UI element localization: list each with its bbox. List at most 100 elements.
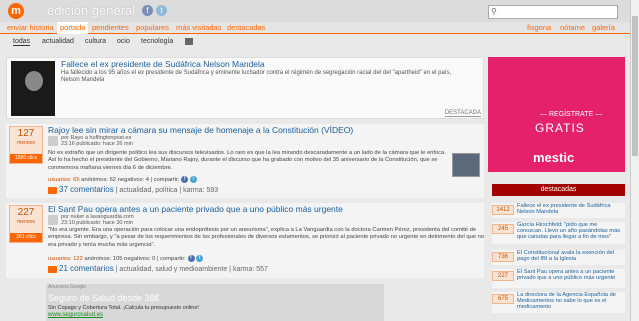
story-byline: por Rayo a huffingtonpost.es 23:16 public…: [61, 135, 133, 147]
site-logo-icon[interactable]: m: [8, 3, 24, 19]
nav-destacadas[interactable]: destacadas: [227, 23, 265, 32]
list-item[interactable]: 1412 Fallece el ex presidente de Sudáfric…: [492, 203, 625, 218]
nav-enviar-historia[interactable]: enviar historia: [7, 23, 54, 32]
twitter-icon[interactable]: t: [156, 5, 167, 16]
vote-count: 227: [17, 207, 35, 218]
story-desc: "No era urgente. Era una operación para …: [48, 227, 485, 248]
ad-url[interactable]: www.segurosalud.es: [48, 312, 103, 318]
share-label: compartir:: [160, 256, 186, 263]
banner-line2: GRATIS: [535, 121, 585, 135]
story-comments: 37 comentarios | actualidad, política | …: [48, 185, 218, 195]
ad-banner[interactable]: — REGÍSTRATE — GRATIS mestic: [488, 57, 625, 172]
banner-logo: mestic: [533, 150, 575, 165]
destacadas-header: destacadas: [492, 184, 625, 196]
comment-icon: [48, 265, 57, 273]
story-thumbnail[interactable]: [452, 153, 480, 177]
story-karma: karma: 593: [183, 187, 219, 194]
nav-fisgona[interactable]: fisgona: [527, 23, 551, 32]
anon-count: anónimos: 105: [84, 256, 123, 263]
users-count: usuarios: 122: [48, 256, 83, 263]
rss-icon[interactable]: [185, 38, 193, 45]
search-icon: ⚲: [491, 7, 497, 16]
top-bar: m edición general f t ⚲: [0, 0, 630, 22]
destacada-title[interactable]: El Sant Pau opera antes a un paciente pr…: [517, 269, 623, 281]
facebook-icon[interactable]: f: [142, 5, 153, 16]
featured-tag: DESTACADA: [444, 110, 481, 117]
list-item[interactable]: 675 La directora de la Agencia Española d…: [492, 292, 625, 313]
comments-link[interactable]: 21 comentarios: [59, 264, 114, 273]
ad-subtitle: Sin Copago y Cobertura Total. ¡Calcula t…: [48, 305, 199, 311]
nav-mas-visitadas[interactable]: más visitadas: [176, 23, 221, 32]
story-category[interactable]: actualidad, política: [119, 187, 177, 194]
featured-photo[interactable]: [11, 61, 55, 116]
story-category[interactable]: actualidad, salud y medioambiente: [119, 266, 227, 273]
list-item[interactable]: 245 García Hirschfeld: "pido que me conoz…: [492, 222, 625, 244]
nav-galeria[interactable]: galería: [592, 23, 615, 32]
destacada-title[interactable]: García Hirschfeld: "pido que me conozcan…: [517, 222, 623, 241]
nav-pendientes[interactable]: pendientes: [92, 23, 129, 32]
comments-link[interactable]: 37 comentarios: [59, 185, 114, 194]
ad-header: Anuncios Google: [48, 284, 87, 290]
destacada-count: 1412: [492, 205, 514, 215]
story-stats: usuarios: 65 anónimos: 62 negativos: 4 |…: [48, 176, 197, 183]
twitter-share-icon[interactable]: t: [189, 176, 197, 183]
featured-story: Fallece el ex presidente de Sudáfrica Ne…: [6, 57, 484, 119]
destacada-count: 245: [492, 224, 514, 234]
menealo-button[interactable]: 1586 clics: [10, 154, 42, 163]
comment-icon: [48, 186, 57, 194]
story-stats: usuarios: 122 anónimos: 105 negativos: 0…: [48, 255, 204, 263]
share-label: compartir:: [153, 177, 180, 184]
facebook-share-icon[interactable]: f: [181, 176, 189, 183]
scrollbar-thumb[interactable]: [632, 16, 638, 156]
vote-label: meneos: [17, 219, 35, 225]
story-item: 127 meneos 1586 clics Rajoy lee sin mira…: [6, 124, 484, 198]
story-title[interactable]: Rajoy lee sin mirar a cámara su mensaje …: [48, 125, 353, 135]
featured-desc: Ha fallecido a los 95 años el ex preside…: [61, 70, 452, 83]
story-time: 23:16 publicado: hace 26 min: [61, 141, 133, 147]
destacada-count: 227: [492, 271, 514, 281]
tab-cultura[interactable]: cultura: [85, 38, 106, 45]
vote-count: 127: [17, 128, 35, 139]
avatar[interactable]: [48, 136, 58, 146]
story-comments: 21 comentarios | actualidad, salud y med…: [48, 264, 268, 274]
destacada-title[interactable]: El Constitucional avala la exención del …: [517, 250, 623, 262]
story-title[interactable]: El Sant Pau opera antes a un paciente pr…: [48, 204, 343, 214]
destacada-title[interactable]: Fallece el ex presidente de Sudáfrica Ne…: [517, 203, 623, 215]
tab-actualidad[interactable]: actualidad: [42, 38, 74, 45]
list-item[interactable]: 736 El Constitucional avala la exención d…: [492, 250, 625, 265]
featured-title[interactable]: Fallece el ex presidente de Sudáfrica Ne…: [61, 59, 265, 69]
nav-notame[interactable]: nótame: [560, 23, 585, 32]
story-time: 23:10 publicado: hace 30 min: [61, 220, 133, 226]
story-byline: por nuker a lavanguardia.com 23:10 public…: [61, 214, 134, 226]
neg-count: negativos: 0: [124, 256, 156, 263]
avatar[interactable]: [48, 215, 58, 225]
destacada-count: 736: [492, 252, 514, 262]
search-input[interactable]: ⚲: [488, 5, 618, 19]
tab-tecnologia[interactable]: tecnología: [141, 38, 173, 45]
tab-ocio[interactable]: ocio: [117, 38, 130, 45]
tab-todas[interactable]: todas: [13, 38, 31, 46]
nav-portada[interactable]: portada: [57, 22, 89, 34]
facebook-share-icon[interactable]: f: [187, 255, 195, 262]
story-item: 227 meneos 261 clics El Sant Pau opera a…: [6, 203, 484, 278]
banner-line1: — REGÍSTRATE —: [540, 111, 603, 118]
google-ad[interactable]: Anuncios Google Seguro de Salud desde 38…: [46, 284, 384, 321]
anon-count: anónimos: 62: [81, 177, 117, 184]
destacada-title[interactable]: La directora de la Agencia Española de M…: [517, 292, 623, 311]
main-nav: enviar historia portada pendientes popul…: [0, 22, 630, 34]
destacada-count: 675: [492, 294, 514, 304]
vote-box: 127 meneos 1586 clics: [9, 126, 43, 164]
list-item[interactable]: 227 El Sant Pau opera antes a un paciente…: [492, 269, 625, 288]
story-desc: No es extraño que un dirigente político …: [48, 150, 446, 171]
brand-title[interactable]: edición general: [47, 3, 135, 18]
vote-label: meneos: [17, 140, 35, 146]
scrollbar[interactable]: [630, 0, 639, 321]
story-karma: karma: 557: [232, 266, 268, 273]
ad-title[interactable]: Seguro de Salud desde 38€: [48, 293, 160, 303]
twitter-share-icon[interactable]: t: [196, 255, 204, 262]
nav-populares[interactable]: populares: [136, 23, 169, 32]
vote-box: 227 meneos 261 clics: [9, 205, 43, 243]
neg-count: negativos: 4: [117, 177, 149, 184]
users-count: usuarios: 65: [48, 177, 80, 184]
menealo-button[interactable]: 261 clics: [10, 233, 42, 242]
